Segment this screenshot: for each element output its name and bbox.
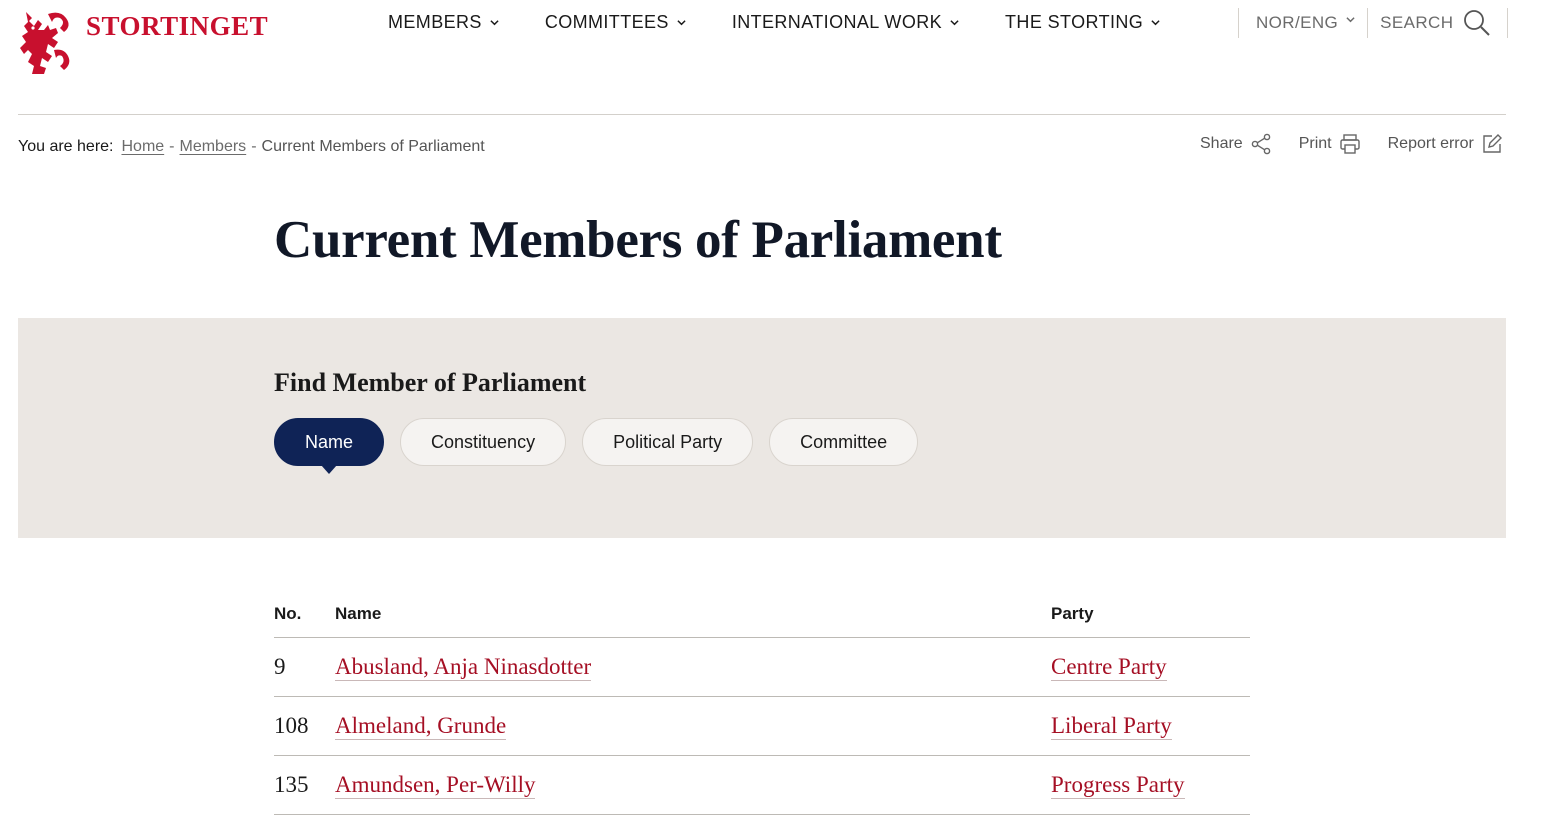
nav-item-members[interactable]: MEMBERS [388, 12, 499, 33]
search-label: SEARCH [1380, 13, 1454, 32]
nav-item-label: INTERNATIONAL WORK [731, 12, 943, 32]
search-button[interactable]: SEARCH [1368, 8, 1509, 38]
chevron-down-icon [950, 20, 959, 26]
tab-name[interactable]: Name [274, 418, 385, 474]
breadcrumb-separator: - [251, 138, 257, 155]
tab-political-party[interactable]: Political Party [582, 418, 754, 466]
member-number: 9 [274, 654, 286, 679]
breadcrumb-prefix: You are here: [18, 138, 114, 155]
column-header-no: No. [274, 603, 302, 623]
utility-navigation: NOR/ENG SEARCH [1238, 8, 1509, 38]
tab-committee[interactable]: Committee [769, 418, 919, 466]
member-name-link[interactable]: Almeland, Grunde [335, 713, 507, 740]
nav-item-label: COMMITTEES [544, 12, 669, 32]
site-name: STORTINGET [86, 11, 269, 41]
share-button[interactable]: Share [1200, 133, 1272, 155]
find-member-tabs: Name Constituency Political Party Commit… [274, 418, 934, 474]
main-navigation: MEMBERS COMMITTEES INTERNATIONAL WORK TH… [388, 12, 1206, 33]
chevron-down-icon [1151, 20, 1160, 26]
find-member-heading: Find Member of Parliament [274, 368, 587, 397]
language-switcher[interactable]: NOR/ENG [1239, 8, 1369, 38]
table-row: 135 Amundsen, Per-Willy Progress Party [274, 756, 1250, 815]
party-link[interactable]: Centre Party [1051, 654, 1167, 681]
site-logo[interactable]: STORTINGET [18, 8, 268, 78]
language-label: NOR/ENG [1256, 13, 1339, 32]
page-tools: Share Print Report error [1200, 133, 1503, 155]
member-number: 108 [274, 713, 309, 738]
nav-item-the-storting[interactable]: THE STORTING [1005, 12, 1160, 33]
header-divider [18, 114, 1506, 115]
breadcrumb-members-link[interactable]: Members [180, 138, 247, 156]
member-name-link[interactable]: Abusland, Anja Ninasdotter [335, 654, 592, 681]
table-row: 9 Abusland, Anja Ninasdotter Centre Part… [274, 638, 1250, 697]
party-link[interactable]: Liberal Party [1051, 713, 1172, 740]
print-label: Print [1298, 135, 1332, 152]
nav-item-committees[interactable]: COMMITTEES [545, 12, 686, 33]
page-title: Current Members of Parliament [274, 211, 1002, 269]
print-button[interactable]: Print [1299, 133, 1361, 155]
nav-item-label: MEMBERS [388, 12, 482, 32]
chevron-down-icon [1346, 16, 1355, 22]
nav-item-international-work[interactable]: INTERNATIONAL WORK [732, 12, 959, 33]
chevron-down-icon [677, 20, 686, 26]
share-label: Share [1200, 135, 1243, 152]
find-member-panel: Find Member of Parliament Name Constitue… [18, 318, 1506, 538]
lion-coat-of-arms-icon [20, 12, 70, 74]
column-header-name: Name [335, 603, 382, 623]
members-table: No. Name Party 9 Abusland, Anja Ninasdot… [274, 590, 1250, 815]
member-number: 135 [274, 772, 309, 797]
party-link[interactable]: Progress Party [1051, 772, 1185, 799]
report-error-button[interactable]: Report error [1388, 133, 1503, 155]
table-row: 108 Almeland, Grunde Liberal Party [274, 697, 1250, 756]
print-icon [1339, 134, 1360, 154]
tab-constituency[interactable]: Constituency [400, 418, 567, 466]
edit-icon [1483, 134, 1502, 153]
breadcrumb-separator: - [169, 138, 175, 155]
breadcrumb: You are here: Home - Members - Current M… [18, 138, 485, 156]
member-name-link[interactable]: Amundsen, Per-Willy [335, 772, 536, 799]
breadcrumb-home-link[interactable]: Home [121, 138, 164, 156]
site-header: STORTINGET MEMBERS COMMITTEES INTERNATIO… [0, 0, 1553, 115]
report-error-label: Report error [1387, 135, 1474, 152]
nav-item-label: THE STORTING [1005, 12, 1144, 32]
share-icon [1251, 133, 1271, 155]
chevron-down-icon [490, 20, 499, 26]
column-header-party: Party [1051, 603, 1094, 623]
table-header: No. Name Party [274, 590, 1250, 638]
breadcrumb-current: Current Members of Parliament [261, 138, 485, 155]
search-icon [1464, 10, 1491, 36]
